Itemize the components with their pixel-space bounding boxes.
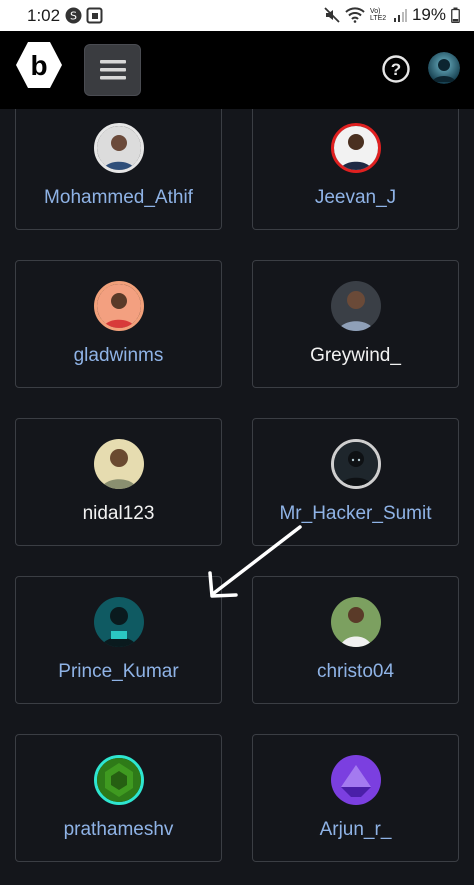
logo[interactable]: b [14, 40, 64, 90]
user-card[interactable]: prathameshv [15, 734, 222, 862]
user-card[interactable]: gladwinms [15, 260, 222, 388]
user-card[interactable]: Greywind_ [252, 260, 459, 388]
avatar [94, 281, 144, 331]
username[interactable]: Arjun_r_ [253, 819, 458, 841]
logo-letter: b [30, 50, 47, 81]
username[interactable]: Jeevan_J [253, 187, 458, 209]
username[interactable]: Greywind_ [253, 345, 458, 367]
avatar [331, 597, 381, 647]
battery-percent: 19% [411, 5, 446, 24]
avatar [94, 597, 144, 647]
avatar [94, 439, 144, 489]
username[interactable]: Prince_Kumar [16, 661, 221, 683]
username[interactable]: Mohammed_Athif [16, 187, 221, 209]
wifi-icon [345, 7, 365, 23]
username[interactable]: nidal123 [16, 503, 221, 525]
annotation-arrow [208, 525, 302, 598]
user-card[interactable]: Mohammed_Athif [15, 109, 222, 230]
help-icon[interactable]: ? [381, 54, 411, 84]
status-bar: 1:02 S Vo) LTE2 19% [0, 0, 474, 31]
avatar [94, 123, 144, 173]
username[interactable]: gladwinms [16, 345, 221, 367]
mute-icon [324, 7, 340, 23]
user-card[interactable]: Arjun_r_ [252, 734, 459, 862]
hamburger-menu-icon [99, 60, 126, 80]
svg-text:?: ? [391, 60, 401, 79]
avatar [331, 755, 381, 805]
screenshot-notification-icon [86, 7, 103, 24]
status-indicators: Vo) LTE2 19% [324, 5, 460, 25]
battery-icon [451, 7, 460, 23]
user-card[interactable]: Prince_Kumar [15, 576, 222, 704]
avatar [331, 439, 381, 489]
signal-icon [393, 9, 407, 22]
avatar [331, 123, 381, 173]
avatar [331, 281, 381, 331]
user-card[interactable]: Jeevan_J [252, 109, 459, 230]
username[interactable]: prathameshv [16, 819, 221, 841]
menu-button[interactable] [84, 44, 141, 96]
network-label: Vo) LTE2 [369, 8, 387, 22]
user-grid: Mohammed_Athif Jeevan_J gladwinms Greywi… [0, 109, 474, 885]
avatar [94, 755, 144, 805]
user-card[interactable]: nidal123 [15, 418, 222, 546]
svg-text:S: S [70, 10, 77, 23]
profile-avatar[interactable] [428, 52, 460, 84]
app-notification-icon: S [65, 7, 82, 24]
username[interactable]: christo04 [253, 661, 458, 683]
status-time: 1:02 [27, 6, 61, 25]
